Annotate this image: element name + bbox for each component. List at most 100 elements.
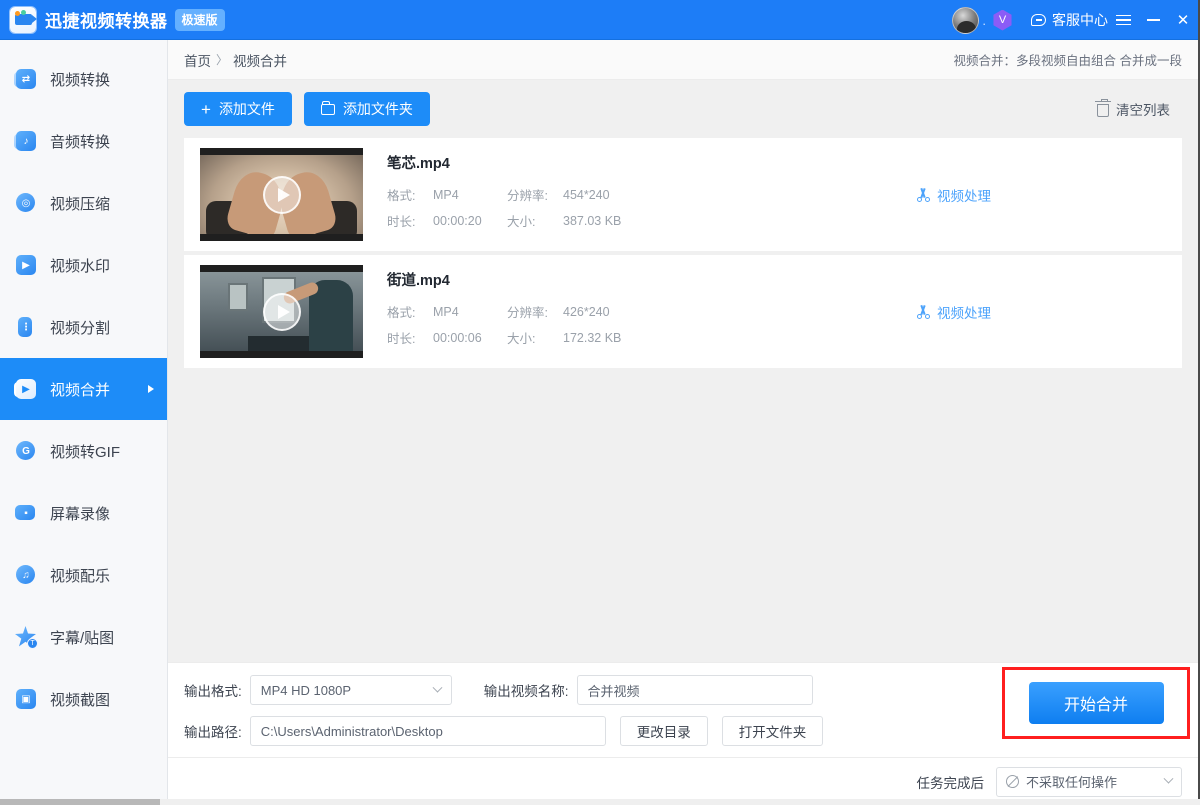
sidebar-item-audio-convert[interactable]: ♪ 音频转换 <box>0 110 167 172</box>
duration-label: 时长: <box>387 215 416 229</box>
sidebar-item-label: 视频分割 <box>50 319 111 337</box>
sidebar-item-label: 视频配乐 <box>50 567 111 585</box>
scissors-icon <box>917 304 930 319</box>
output-path-input[interactable]: C:\Users\Administrator\Desktop <box>249 716 606 746</box>
plus-icon: + <box>201 99 211 119</box>
service-center-button[interactable]: 客服中心 <box>1031 10 1108 30</box>
output-format-select[interactable]: MP4 HD 1080P <box>249 675 452 705</box>
scissors-icon <box>917 187 930 202</box>
horizontal-scrollbar[interactable] <box>0 799 1200 805</box>
titlebar-right-group: . V 客服中心 ✕ <box>952 0 1198 40</box>
sidebar-item-label: 屏幕录像 <box>50 505 111 523</box>
video-process-button[interactable]: 视频处理 <box>917 302 991 322</box>
sidebar-item-video-to-gif[interactable]: G 视频转GIF <box>0 420 167 482</box>
sidebar-item-video-convert[interactable]: ⇄ 视频转换 <box>0 48 167 110</box>
start-merge-button[interactable]: 开始合并 <box>1028 682 1164 724</box>
after-task-value: 不采取任何操作 <box>1026 775 1118 790</box>
sidebar-item-video-music[interactable]: ♫ 视频配乐 <box>0 544 167 606</box>
output-format-value: MP4 HD 1080P <box>260 682 352 698</box>
vip-badge-icon[interactable]: V <box>993 9 1012 31</box>
play-icon[interactable] <box>262 292 301 331</box>
size-value: 387.03 KB <box>563 213 622 228</box>
change-directory-button[interactable]: 更改目录 <box>619 716 708 746</box>
toolbar-left-group: + 添加文件 添加文件夹 <box>184 92 430 126</box>
video-thumbnail[interactable] <box>200 148 363 241</box>
close-icon: ✕ <box>1176 12 1190 29</box>
application-window: 迅捷视频转换器 极速版 . V 客服中心 ✕ ⇄ 视频转换 ♪ 音频转换 ◎ 视… <box>0 0 1200 805</box>
vip-badge-glyph: V <box>998 13 1007 26</box>
resolution-label: 分辨率: <box>507 189 548 203</box>
output-format-label: 输出格式: <box>184 684 242 699</box>
add-folder-button[interactable]: 添加文件夹 <box>303 92 430 126</box>
menu-button[interactable] <box>1108 0 1138 40</box>
after-task-select[interactable]: 不采取任何操作 <box>996 766 1182 797</box>
folder-icon <box>320 100 335 115</box>
subtitle-sticker-icon: T <box>14 625 38 649</box>
sidebar-item-label: 视频转换 <box>50 71 111 89</box>
feature-hint-text: 视频合并：多段视频自由组合 合并成一段 <box>953 54 1182 68</box>
breadcrumb-bar: 首页 〉 视频合并 视频合并：多段视频自由组合 合并成一段 <box>168 40 1198 80</box>
sidebar-item-video-merge[interactable]: ▶ 视频合并 <box>0 358 167 420</box>
hamburger-icon <box>1115 14 1131 26</box>
sidebar: ⇄ 视频转换 ♪ 音频转换 ◎ 视频压缩 ▶ 视频水印 ⋮ 视频分割 ▶ 视频合… <box>0 40 168 805</box>
chevron-down-icon <box>432 682 443 693</box>
sidebar-item-video-compress[interactable]: ◎ 视频压缩 <box>0 172 167 234</box>
start-merge-highlight: 开始合并 <box>1002 667 1190 739</box>
breadcrumb: 首页 〉 视频合并 <box>184 50 287 70</box>
sidebar-item-label: 视频压缩 <box>50 195 111 213</box>
table-row[interactable]: 笔芯.mp4 格式: MP4 分辨率: 454*240 时长: 00:00:20… <box>184 138 1182 251</box>
clear-list-button[interactable]: 清空列表 <box>1085 94 1182 124</box>
breadcrumb-home[interactable]: 首页 <box>184 50 211 70</box>
video-music-icon: ♫ <box>14 563 38 587</box>
video-process-label: 视频处理 <box>937 188 991 204</box>
format-label: 格式: <box>387 189 416 203</box>
content-area: 首页 〉 视频合并 视频合并：多段视频自由组合 合并成一段 + 添加文件 添加文… <box>168 40 1198 805</box>
video-merge-icon: ▶ <box>14 377 38 401</box>
sidebar-item-video-snapshot[interactable]: ▣ 视频截图 <box>0 668 167 730</box>
minimize-button[interactable] <box>1138 0 1168 40</box>
format-value: MP4 <box>433 187 459 202</box>
minimize-icon <box>1146 19 1160 21</box>
format-value: MP4 <box>433 304 459 319</box>
close-button[interactable]: ✕ <box>1168 0 1198 40</box>
breadcrumb-current: 视频合并 <box>233 53 288 69</box>
size-label: 大小: <box>507 215 536 229</box>
app-title: 迅捷视频转换器 <box>45 12 168 31</box>
resolution-value: 426*240 <box>563 304 610 319</box>
output-path-label: 输出路径: <box>184 725 242 740</box>
sidebar-item-video-watermark[interactable]: ▶ 视频水印 <box>0 234 167 296</box>
file-meta: 街道.mp4 格式: MP4 分辨率: 426*240 时长: 00:00:06… <box>363 269 917 354</box>
app-logo-icon <box>10 6 37 33</box>
file-meta: 笔芯.mp4 格式: MP4 分辨率: 454*240 时长: 00:00:20… <box>363 152 917 237</box>
file-meta-row: 时长: 00:00:20 大小: 387.03 KB <box>387 211 917 230</box>
video-watermark-icon: ▶ <box>14 253 38 277</box>
sidebar-item-screen-record[interactable]: ▪ 屏幕录像 <box>0 482 167 544</box>
after-task-label: 任务完成后 <box>916 775 985 791</box>
trash-icon <box>1095 98 1111 117</box>
file-name: 笔芯.mp4 <box>387 156 450 172</box>
play-icon[interactable] <box>262 175 301 214</box>
title-bar: 迅捷视频转换器 极速版 . V 客服中心 ✕ <box>0 0 1198 40</box>
output-settings-panel: 输出格式: MP4 HD 1080P 输出视频名称: 合并视频 输出路径: C:… <box>168 662 1198 757</box>
table-row[interactable]: 街道.mp4 格式: MP4 分辨率: 426*240 时长: 00:00:06… <box>184 255 1182 368</box>
avatar-dot: . <box>982 12 986 28</box>
file-meta-row: 格式: MP4 分辨率: 426*240 <box>387 302 917 321</box>
audio-convert-icon: ♪ <box>14 129 38 153</box>
file-name: 街道.mp4 <box>387 273 450 289</box>
ban-icon <box>1006 775 1019 788</box>
video-process-button[interactable]: 视频处理 <box>917 185 991 205</box>
output-name-input[interactable]: 合并视频 <box>576 675 813 705</box>
edition-badge: 极速版 <box>174 8 225 31</box>
open-folder-button[interactable]: 打开文件夹 <box>721 716 824 746</box>
toolbar: + 添加文件 添加文件夹 清空列表 <box>168 80 1198 138</box>
video-thumbnail[interactable] <box>200 265 363 358</box>
format-label: 格式: <box>387 306 416 320</box>
sidebar-item-video-split[interactable]: ⋮ 视频分割 <box>0 296 167 358</box>
service-center-label: 客服中心 <box>1052 12 1108 28</box>
sidebar-item-label: 视频截图 <box>50 691 111 709</box>
duration-value: 00:00:20 <box>433 213 482 228</box>
sidebar-item-subtitle-sticker[interactable]: T 字幕/贴图 <box>0 606 167 668</box>
avatar[interactable] <box>952 6 980 34</box>
add-file-button[interactable]: + 添加文件 <box>184 92 292 126</box>
clear-list-label: 清空列表 <box>1116 103 1170 118</box>
